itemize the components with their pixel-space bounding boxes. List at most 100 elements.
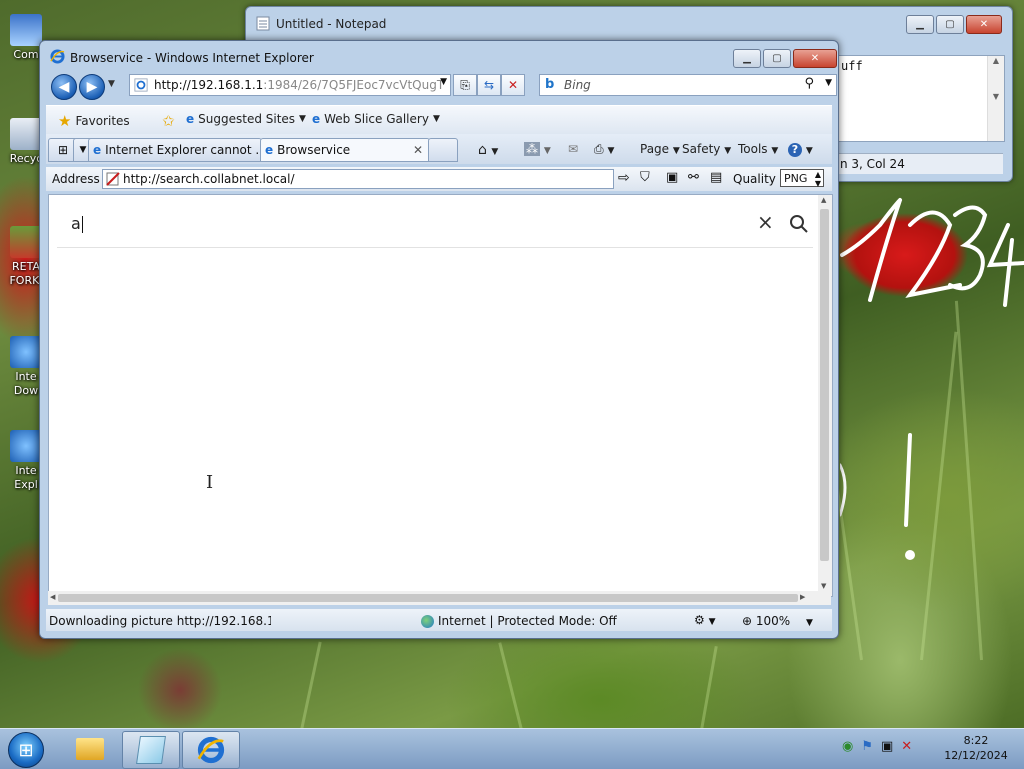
tab-browservice[interactable]: e Browservice ✕ <box>260 138 430 162</box>
scroll-up-icon[interactable]: ▲ <box>821 196 826 204</box>
web-slice-gallery-label: Web Slice Gallery <box>324 112 429 126</box>
ie-window-controls: ▁ ▢ ✕ <box>733 49 837 68</box>
search-icon[interactable] <box>789 214 809 234</box>
ie-page-icon: e <box>265 143 274 157</box>
taskbar-notepad-button[interactable] <box>122 731 180 769</box>
page-content[interactable]: a × ▲ ▼ <box>48 194 833 597</box>
wallpaper-grass <box>700 646 718 728</box>
scroll-down-icon[interactable]: ▼ <box>821 582 826 590</box>
safety-menu[interactable]: Safety ▼ <box>682 142 731 156</box>
wallpaper-grass <box>498 642 523 728</box>
suggested-sites-button[interactable]: e Suggested Sites ▼ <box>186 112 306 126</box>
quality-select[interactable]: PNG ▲ ▼ <box>780 169 824 188</box>
clock-time: 8:22 <box>963 734 989 747</box>
maximize-button[interactable]: ▢ <box>936 15 964 34</box>
back-button[interactable]: ◀ <box>51 74 77 100</box>
tools-menu[interactable]: Tools ▼ <box>738 142 778 156</box>
close-button[interactable]: ✕ <box>793 49 837 68</box>
page-search-field[interactable]: a × <box>57 195 813 248</box>
search-box[interactable]: b Bing ⚲ ▼ <box>539 74 837 96</box>
ie-window[interactable]: Browservice - Windows Internet Explorer … <box>39 40 839 639</box>
safety-menu-label: Safety <box>682 142 721 156</box>
address-label: Address <box>52 172 100 186</box>
page-menu[interactable]: Page ▼ <box>640 142 680 156</box>
suggested-sites-label: Suggested Sites <box>198 112 296 126</box>
computer-icon <box>10 14 42 46</box>
search-provider-dropdown[interactable]: ▼ <box>825 78 832 88</box>
vertical-scrollbar[interactable]: ▲ ▼ <box>818 195 832 596</box>
magnifier-icon: ⊕ <box>742 614 753 628</box>
binoculars-icon[interactable]: ⚯ <box>688 170 699 185</box>
pop-up-blocker-icon[interactable]: ⚙ ▼ <box>694 613 716 627</box>
url-dropdown[interactable]: ▼ <box>440 77 447 87</box>
system-tray: ◉ ⚑ ▣ ✕ <box>842 739 912 754</box>
refresh-button[interactable]: ⇆ <box>477 74 501 96</box>
clipboard-icon[interactable]: ▤ <box>710 170 722 185</box>
spinner-icon: ▲ ▼ <box>814 170 821 188</box>
print-button[interactable]: ⎙ ▼ <box>594 142 614 157</box>
quality-label: Quality <box>733 172 776 186</box>
maximize-button[interactable]: ▢ <box>763 49 791 68</box>
folder-icon <box>76 738 104 760</box>
horizontal-scroll-thumb[interactable] <box>58 594 798 602</box>
rss-icon: ⁂ <box>524 142 540 156</box>
notepad-text-area[interactable]: uff ▲ ▼ <box>836 55 1005 142</box>
status-bar: Downloading picture http://192.168.1.1:1… <box>46 609 832 631</box>
home-button[interactable]: ⌂ ▼ <box>478 142 498 158</box>
clear-search-icon[interactable]: × <box>757 210 774 234</box>
security-zone[interactable]: Internet | Protected Mode: Off <box>421 614 617 628</box>
read-mail-button[interactable]: ✉ <box>568 142 578 156</box>
page-menu-label: Page <box>640 142 670 156</box>
status-text: Downloading picture http://192.168.1.1:1… <box>49 614 271 628</box>
volume-muted-icon[interactable]: ✕ <box>901 739 912 754</box>
clock[interactable]: 8:22 12/12/2024 <box>940 733 1012 763</box>
tab-label: Browservice <box>277 143 351 157</box>
minimize-button[interactable]: ▁ <box>733 49 761 68</box>
notepad-vertical-scrollbar[interactable]: ▲ ▼ <box>987 56 1004 141</box>
desktop-icon-label: Inte Dow <box>13 370 39 397</box>
taskbar-explorer-button[interactable] <box>62 731 118 767</box>
bookmark-icon[interactable]: ⛉ <box>640 170 650 185</box>
chevron-down-icon: ▼ <box>432 114 440 124</box>
close-button[interactable]: ✕ <box>966 15 1002 34</box>
help-button[interactable]: ? ▼ <box>788 142 813 157</box>
scroll-right-icon[interactable]: ▶ <box>800 593 805 601</box>
network-globe-icon[interactable]: ◉ <box>842 739 853 754</box>
ie-page-icon: e <box>312 112 321 126</box>
scroll-left-icon[interactable]: ◀ <box>50 593 55 601</box>
notepad-status-bar: n 3, Col 24 <box>836 153 1003 174</box>
compatibility-view-button[interactable]: ⎘ <box>453 74 477 96</box>
url-host: http://192.168.1.1 <box>154 78 264 92</box>
vertical-scroll-thumb[interactable] <box>820 209 829 561</box>
action-center-icon[interactable]: ⚑ <box>861 739 873 754</box>
tab-ie-cannot[interactable]: e Internet Explorer cannot ... <box>88 138 262 162</box>
zoom-control[interactable]: ⊕ 100% ▼ <box>742 614 813 628</box>
find-icon[interactable]: ▣ <box>666 170 678 185</box>
feeds-button[interactable]: ⁂ ▼ <box>524 142 551 156</box>
favorites-button[interactable]: ★ Favorites <box>58 112 130 130</box>
web-slice-gallery-button[interactable]: e Web Slice Gallery ▼ <box>312 112 440 126</box>
forward-button[interactable]: ▶ <box>79 74 105 100</box>
tab-bar: ⊞ ▼ e Internet Explorer cannot ... e Bro… <box>46 134 832 164</box>
favorites-star-icon: ★ <box>58 112 72 130</box>
new-tab-button[interactable] <box>428 138 458 162</box>
minimize-button[interactable]: ▁ <box>906 15 934 34</box>
recent-pages-dropdown[interactable]: ▼ <box>108 79 115 89</box>
go-button[interactable]: ⇨ <box>618 170 630 186</box>
ie-page-icon: e <box>186 112 195 126</box>
url-field[interactable]: http://192.168.1.1:1984/26/7Q5FJEoc7vcVt… <box>129 74 451 96</box>
ie-logo-icon <box>197 736 225 764</box>
security-zone-label: Internet | Protected Mode: Off <box>438 614 617 628</box>
taskbar-ie-button[interactable] <box>182 731 240 769</box>
stop-button[interactable]: ✕ <box>501 74 525 96</box>
clock-date: 12/12/2024 <box>944 749 1008 762</box>
close-tab-icon[interactable]: ✕ <box>413 143 423 157</box>
search-icon[interactable]: ⚲ <box>804 76 814 91</box>
add-to-favorites-bar-button[interactable]: ✩ <box>162 112 175 130</box>
start-button[interactable]: ⊞ <box>8 732 44 768</box>
address-input[interactable]: http://search.collabnet.local/ <box>102 169 614 189</box>
network-icon[interactable]: ▣ <box>881 739 893 754</box>
notepad-text: uff <box>841 59 863 73</box>
horizontal-scrollbar[interactable]: ◀ ▶ <box>48 591 831 605</box>
chevron-down-icon: ▼ <box>299 114 306 124</box>
